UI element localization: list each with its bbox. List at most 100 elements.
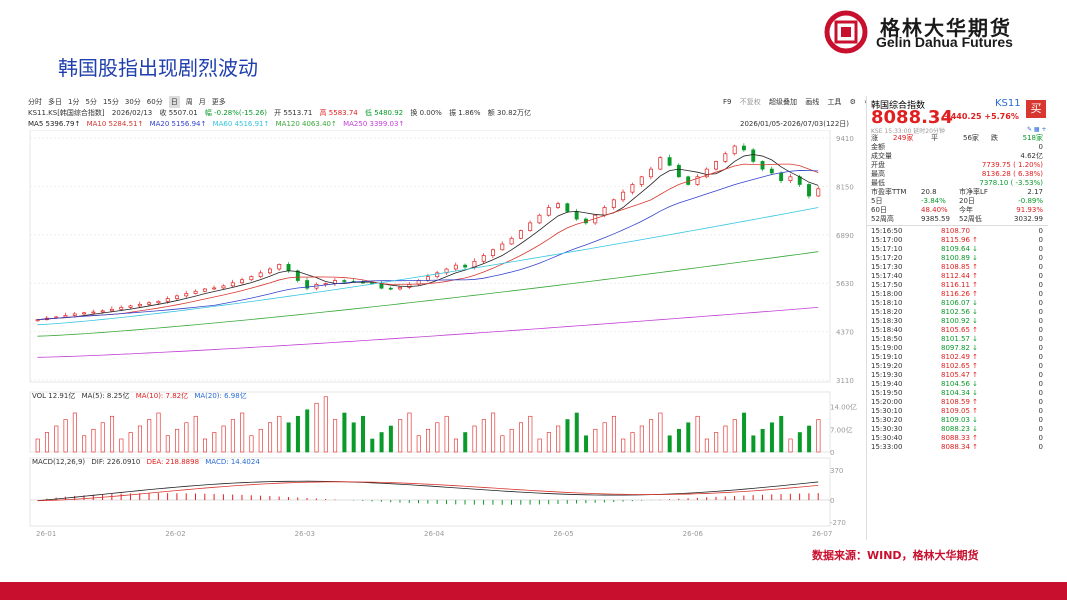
- period-tab-7[interactable]: 日: [168, 96, 180, 108]
- footer-bar: [0, 582, 1067, 600]
- draw-button[interactable]: 画线: [805, 98, 819, 106]
- tick-time: 15:19:30: [871, 371, 903, 379]
- period-tab-8[interactable]: 周: [186, 96, 193, 108]
- period-tab-10[interactable]: 更多: [212, 96, 226, 108]
- tick-price: 8108.85 ↑: [941, 263, 979, 271]
- tick-time: 15:19:50: [871, 389, 903, 397]
- tick-row: 15:30:10 8109.05 ↑ 0: [871, 407, 1043, 416]
- period-tab-9[interactable]: 月: [199, 96, 206, 108]
- tick-price: 8115.96 ↑: [941, 236, 979, 244]
- volume-bar: [240, 412, 245, 453]
- ma120-line: [37, 251, 819, 337]
- candle-body: [388, 287, 393, 290]
- period-tab-4[interactable]: 15分: [103, 96, 119, 108]
- ma5-line: [37, 154, 819, 321]
- adjust-button[interactable]: 不复权: [740, 98, 761, 106]
- f9-button[interactable]: F9: [723, 98, 731, 106]
- ratio-label: 20日: [959, 197, 975, 205]
- candle-body: [221, 285, 226, 289]
- volume-bar: [528, 415, 533, 453]
- period-tab-5[interactable]: 30分: [125, 96, 141, 108]
- period-tab-0[interactable]: 分时: [28, 96, 42, 108]
- tick-time: 15:16:50: [871, 227, 903, 235]
- tick-row: 15:19:40 8104.56 ↓ 0: [871, 380, 1043, 389]
- tick-price: 8108.70: [941, 227, 970, 235]
- volume-bar: [72, 412, 77, 453]
- candle-body: [491, 249, 495, 256]
- candle-body: [732, 145, 737, 155]
- tick-row: 15:30:40 8088.33 ↑ 0: [871, 434, 1043, 443]
- candle-body: [500, 243, 505, 251]
- tick-volume: 0: [1038, 398, 1043, 406]
- candle-body: [147, 302, 152, 305]
- period-tab-2[interactable]: 1分: [68, 96, 79, 108]
- volume-bar: [667, 435, 672, 453]
- volume-bar: [481, 419, 486, 453]
- tick-time: 15:17:10: [871, 245, 903, 253]
- x-tick-label: 26-05: [553, 530, 573, 538]
- tick-price: 8102.49 ↑: [941, 353, 979, 361]
- candle-body: [649, 168, 653, 178]
- tick-time: 15:19:00: [871, 344, 903, 352]
- settings-icon[interactable]: ⚙: [850, 98, 856, 106]
- bar-high: 高 5583.74: [319, 109, 358, 117]
- volume-bar: [128, 432, 133, 453]
- price-chart[interactable]: 9410 8150 6890 5630 4370 3110 14.00亿 7.00亿 0 370 0…: [28, 130, 864, 540]
- tick-volume: 0: [1038, 353, 1043, 361]
- dec-label: 跌: [991, 134, 998, 142]
- panel-tools-icon[interactable]: ✎ ▦ +: [1027, 126, 1047, 133]
- candle-body: [751, 149, 756, 162]
- period-tab-3[interactable]: 5分: [85, 96, 96, 108]
- tick-time: 15:20:00: [871, 398, 903, 406]
- candle-body: [769, 168, 774, 174]
- volume-bar: [742, 412, 747, 453]
- brand-emblem-icon: [824, 10, 868, 54]
- vol-label: VOL 12.91亿: [32, 392, 76, 400]
- slide-title: 韩国股指出现剧烈波动: [58, 56, 258, 80]
- price-tick-label: 3110: [836, 377, 854, 385]
- volume-bar: [147, 419, 152, 453]
- price-tick-label: 9410: [836, 135, 854, 143]
- overlay-button[interactable]: 超级叠加: [769, 98, 797, 106]
- bar-low: 低 5480.92: [364, 109, 404, 117]
- tick-volume: 0: [1038, 326, 1043, 334]
- period-tab-1[interactable]: 多日: [48, 96, 62, 108]
- price-tick-label: 8150: [836, 183, 854, 191]
- tick-row: 15:18:20 8102.56 ↓ 0: [871, 308, 1043, 317]
- candle-body: [779, 172, 784, 181]
- candle-body: [602, 207, 607, 216]
- volume-bar: [398, 419, 403, 453]
- tick-time: 15:19:10: [871, 353, 903, 361]
- candle-body: [137, 303, 142, 307]
- buy-button[interactable]: 买: [1026, 100, 1046, 118]
- bar-date: 2026/02/13: [111, 109, 153, 117]
- volume-bar: [388, 425, 393, 453]
- period-tab-6[interactable]: 60分: [147, 96, 163, 108]
- tick-time: 15:33:00: [871, 443, 903, 451]
- tick-volume: 0: [1038, 425, 1043, 433]
- volume-bar: [379, 432, 384, 453]
- candle-body: [630, 184, 635, 193]
- ratio-value: 20.8: [921, 188, 937, 196]
- tools-button[interactable]: 工具: [827, 98, 841, 106]
- tick-volume: 0: [1038, 443, 1043, 451]
- tick-price: 8088.34 ↑: [941, 443, 979, 451]
- volume-bar: [714, 432, 719, 453]
- tick-row: 15:18:40 8105.65 ↑ 0: [871, 326, 1043, 335]
- volume-bar: [491, 412, 496, 453]
- quote-change: +440.25 +5.76%: [944, 112, 1019, 121]
- tick-time: 15:17:20: [871, 254, 903, 262]
- tick-row: 15:19:50 8104.34 ↓ 0: [871, 389, 1043, 398]
- macd-title: MACD(12,26,9): [32, 458, 86, 466]
- volume-bar: [797, 432, 802, 453]
- stat-row: 成交量 4.62亿: [871, 152, 1043, 161]
- tick-time: 15:30:10: [871, 407, 903, 415]
- volume-bar: [91, 428, 96, 453]
- quote-price: 8088.34: [871, 107, 953, 128]
- tick-time: 15:18:20: [871, 308, 903, 316]
- tick-row: 15:30:20 8109.03 ↓ 0: [871, 416, 1043, 425]
- brand-logo: 格林大华期货 Gelin Dahua Futures: [820, 10, 1060, 56]
- volume-bar: [695, 415, 700, 453]
- bar-turnover: 换 0.00%: [410, 109, 442, 117]
- ratio-label: 5日: [871, 197, 883, 205]
